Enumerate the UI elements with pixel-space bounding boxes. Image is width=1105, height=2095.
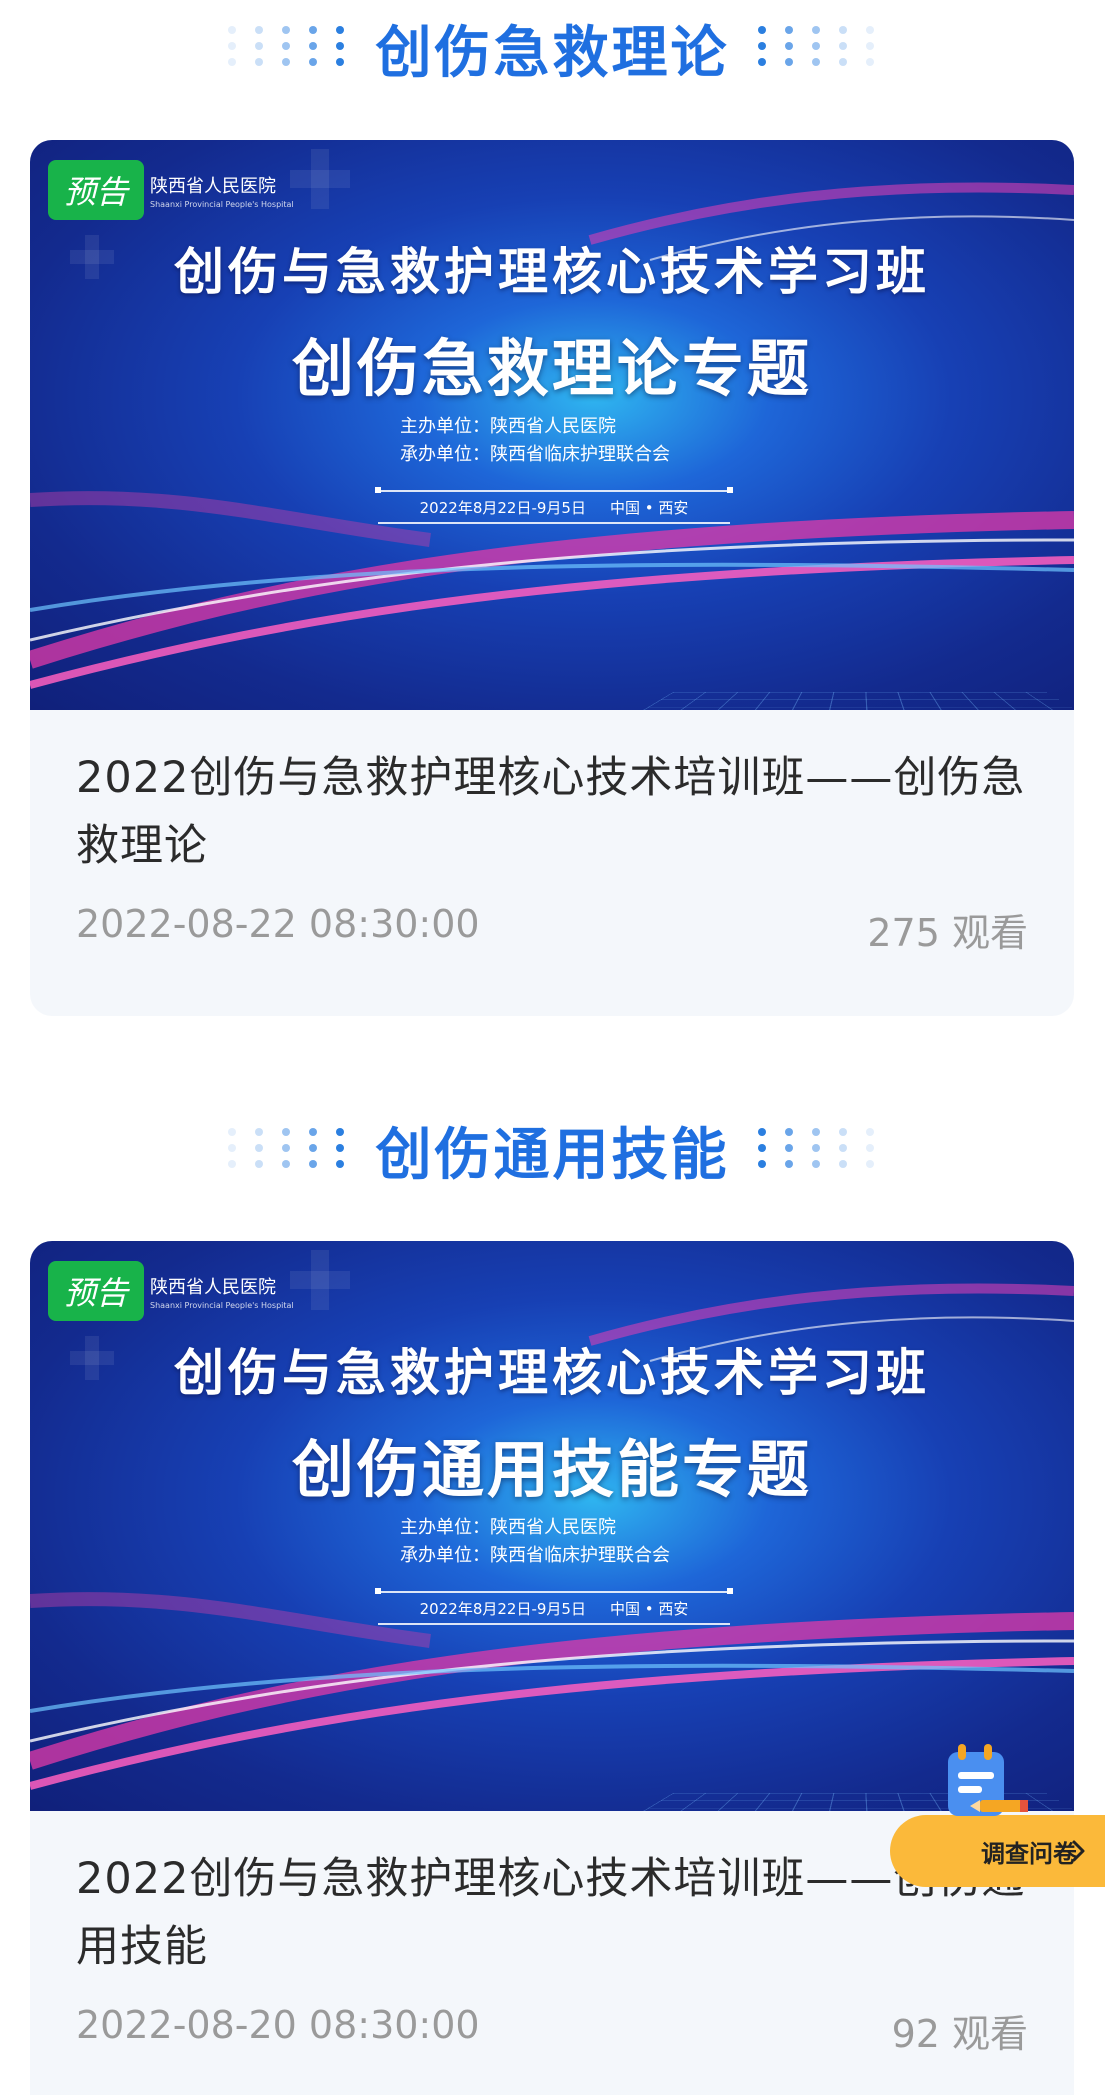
section-title: 创伤急救理论 (375, 20, 730, 86)
course-card-1[interactable]: 预告 陕西省人民医院 Shaanxi Provincial People's H… (30, 140, 1074, 1016)
decorative-dots-icon (227, 1128, 348, 1172)
course-banner-image[interactable]: 预告 陕西省人民医院 Shaanxi Provincial People's H… (30, 1241, 1074, 1811)
banner-date-bar: 2022年8月22日-9月5日 中国 • 西安 (375, 487, 733, 524)
section-header-2: 创伤通用技能 (0, 1110, 1105, 1190)
banner-place: 中国 • 西安 (609, 1599, 689, 1618)
banner-title: 创伤与急救护理核心技术学习班 (174, 243, 930, 301)
hospital-logo: 陕西省人民医院 Shaanxi Provincial People's Hosp… (150, 1277, 294, 1311)
banner-organizer: 承办单位：陕西省临床护理联合会 (400, 1545, 670, 1566)
course-title[interactable]: 2022创伤与急救护理核心技术培训班——创伤通用技能 (76, 1845, 1028, 1981)
view-count: 275 观看 (867, 911, 1028, 955)
banner-subtitle: 创伤通用技能专题 (291, 1433, 812, 1506)
notepad-pencil-icon[interactable] (940, 1738, 1030, 1828)
hospital-logo: 陕西省人民医院 Shaanxi Provincial People's Hosp… (150, 176, 294, 210)
course-banner-image[interactable]: 预告 陕西省人民医院 Shaanxi Provincial People's H… (30, 140, 1074, 710)
survey-label: 调查问卷 (981, 1839, 1077, 1868)
banner-title: 创伤与急救护理核心技术学习班 (174, 1344, 930, 1402)
course-card-2[interactable]: 预告 陕西省人民医院 Shaanxi Provincial People's H… (30, 1241, 1074, 2095)
view-count: 92 观看 (891, 2012, 1028, 2056)
preview-badge: 预告 (48, 1261, 144, 1321)
banner-date-bar: 2022年8月22日-9月5日 中国 • 西安 (375, 1588, 733, 1625)
course-title[interactable]: 2022创伤与急救护理核心技术培训班——创伤急救理论 (76, 744, 1028, 880)
banner-host: 主办单位：陕西省人民医院 (400, 1517, 616, 1538)
preview-badge: 预告 (48, 160, 144, 220)
banner-organizer: 承办单位：陕西省临床护理联合会 (400, 444, 670, 465)
decorative-dots-icon (757, 1128, 878, 1172)
banner-subtitle: 创伤急救理论专题 (291, 332, 812, 405)
course-datetime: 2022-08-20 08:30:00 (76, 2003, 480, 2047)
section-title: 创伤通用技能 (375, 1122, 730, 1188)
banner-date: 2022年8月22日-9月5日 (419, 498, 586, 517)
banner-host: 主办单位：陕西省人民医院 (400, 416, 616, 437)
section-header-1: 创伤急救理论 (0, 8, 1105, 88)
banner-place: 中国 • 西安 (609, 498, 689, 517)
decorative-dots-icon (227, 26, 348, 70)
decorative-dots-icon (757, 26, 878, 70)
chevron-right-icon (1072, 1840, 1085, 1862)
banner-date: 2022年8月22日-9月5日 (419, 1599, 586, 1618)
course-datetime: 2022-08-22 08:30:00 (76, 902, 480, 946)
